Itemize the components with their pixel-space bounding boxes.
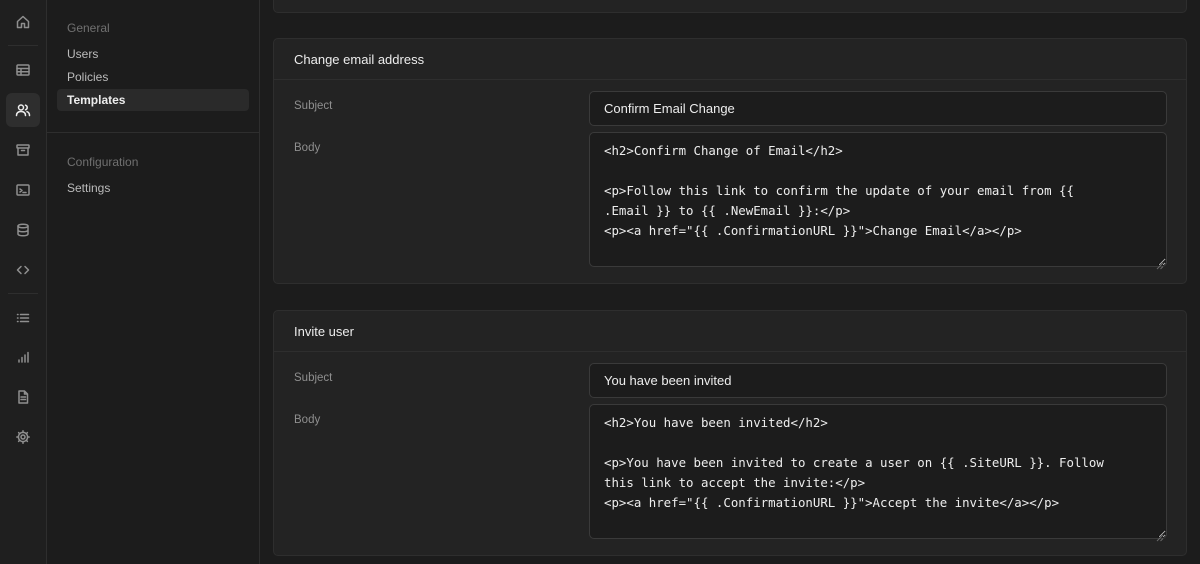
menu-divider <box>47 132 260 133</box>
menu-item-settings[interactable]: Settings <box>57 177 249 199</box>
resize-grip-icon[interactable] <box>1156 257 1164 270</box>
terminal-icon[interactable] <box>6 173 40 207</box>
document-icon[interactable] <box>6 380 40 414</box>
resize-grip-icon[interactable] <box>1156 529 1164 542</box>
subject-label: Subject <box>294 100 333 112</box>
database-icon[interactable] <box>6 213 40 247</box>
rail-divider <box>8 293 38 294</box>
previous-template-card <box>273 0 1187 13</box>
menu-item-users[interactable]: Users <box>57 43 249 65</box>
icon-rail <box>0 0 47 564</box>
auth-side-menu: General Users Policies Templates Configu… <box>47 0 260 564</box>
template-card-invite-user: Invite user Subject You have been invite… <box>273 310 1187 556</box>
rail-divider <box>8 45 38 46</box>
menu-item-templates[interactable]: Templates <box>57 89 249 111</box>
menu-group-title-configuration: Configuration <box>67 155 139 169</box>
body-textarea[interactable]: <h2>Confirm Change of Email</h2> <p>Foll… <box>589 132 1167 267</box>
templates-content: Change email address Subject Confirm Ema… <box>261 0 1200 564</box>
subject-label: Subject <box>294 372 333 384</box>
body-label: Body <box>294 142 321 154</box>
template-card-change-email: Change email address Subject Confirm Ema… <box>273 38 1187 284</box>
archive-icon[interactable] <box>6 133 40 167</box>
card-title: Invite user <box>274 311 1186 352</box>
menu-group-title-general: General <box>67 21 110 35</box>
code-icon[interactable] <box>6 253 40 287</box>
subject-input[interactable]: You have been invited <box>589 363 1167 398</box>
users-icon[interactable] <box>6 93 40 127</box>
bar-chart-icon[interactable] <box>6 340 40 374</box>
list-icon[interactable] <box>6 301 40 335</box>
table-icon[interactable] <box>6 53 40 87</box>
home-icon[interactable] <box>6 5 40 39</box>
body-textarea[interactable]: <h2>You have been invited</h2> <p>You ha… <box>589 404 1167 539</box>
subject-input[interactable]: Confirm Email Change <box>589 91 1167 126</box>
body-label: Body <box>294 414 321 426</box>
gear-icon[interactable] <box>6 420 40 454</box>
menu-item-policies[interactable]: Policies <box>57 66 249 88</box>
card-title: Change email address <box>274 39 1186 80</box>
